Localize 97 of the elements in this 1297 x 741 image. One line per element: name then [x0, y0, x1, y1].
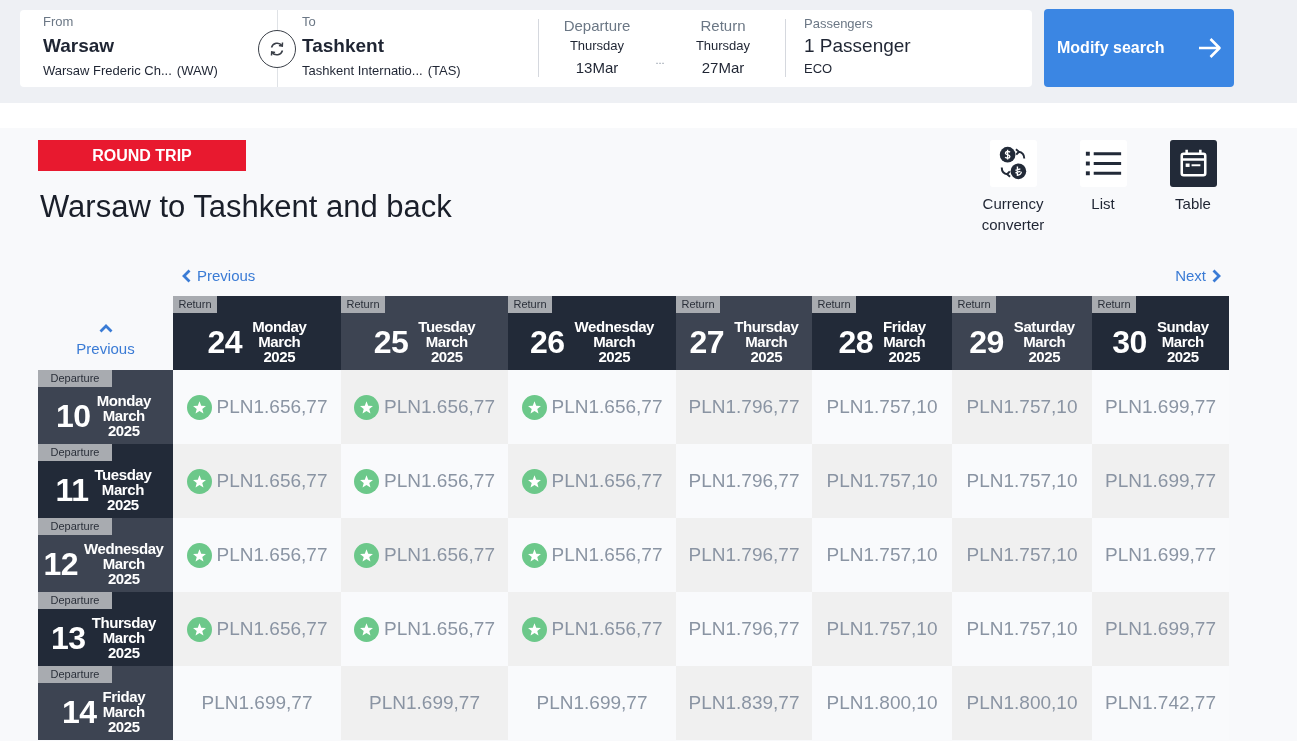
airport-code: (WAW): [176, 63, 218, 79]
year-label: 2025: [263, 349, 296, 364]
return-tag: Return: [952, 296, 996, 313]
city-name: Warsaw: [43, 34, 115, 58]
month-label: March: [102, 556, 145, 571]
date-number: 30: [1112, 325, 1147, 358]
date-number: 10: [56, 399, 91, 432]
fare-cell[interactable]: PLN1.699,77: [1092, 592, 1229, 666]
page-title: Warsaw to Tashkent and back: [40, 188, 452, 226]
weekday-label: Thursday: [569, 38, 625, 54]
month-label: March: [745, 334, 788, 349]
departure-tag: Departure: [38, 518, 112, 535]
weekday-label: Thursday: [695, 38, 751, 54]
trip-type-badge: ROUND TRIP: [38, 140, 246, 171]
swap-icon[interactable]: [258, 29, 296, 68]
departure-tag: Departure: [38, 666, 112, 683]
chevron-left-icon: [182, 269, 191, 283]
month-label: March: [258, 334, 301, 349]
next-return-link[interactable]: Next: [1175, 267, 1221, 285]
date-number: 29: [969, 325, 1004, 358]
date-number: 12: [43, 547, 79, 580]
month-label: March: [425, 334, 468, 349]
departure-tag: Departure: [38, 592, 112, 609]
year-label: 2025: [430, 349, 463, 364]
fare-cell[interactable]: PLN1.796,77: [676, 370, 812, 444]
airport-code: (TAS): [427, 63, 461, 79]
fare-cell[interactable]: PLN1.656,77: [508, 444, 676, 518]
fare-cell[interactable]: PLN1.839,77: [676, 666, 812, 740]
field-label: Passengers: [804, 16, 873, 32]
return-tag: Return: [812, 296, 856, 313]
year-label: 2025: [107, 645, 140, 660]
year-label: 2025: [888, 349, 921, 364]
month-label: March: [102, 630, 145, 645]
departure-tag: Departure: [38, 370, 112, 387]
fare-cell[interactable]: PLN1.699,77: [1092, 444, 1229, 518]
date-number: 28: [838, 325, 873, 358]
date-value: 13Mar: [575, 59, 619, 77]
fare-cell[interactable]: PLN1.757,10: [812, 444, 952, 518]
fare-cell[interactable]: PLN1.800,10: [952, 666, 1092, 740]
list-view-button[interactable]: List: [1058, 140, 1148, 214]
fare-cell[interactable]: PLN1.656,77: [341, 370, 508, 444]
year-label: 2025: [598, 349, 631, 364]
fare-cell[interactable]: PLN1.699,77: [341, 666, 508, 740]
arrow-right-icon: [1198, 36, 1222, 60]
currency-converter-button[interactable]: Currency converter: [968, 140, 1058, 235]
date-number: 27: [689, 325, 725, 358]
fare-cell[interactable]: PLN1.656,77: [341, 518, 508, 592]
month-label: March: [102, 408, 145, 423]
chevron-right-icon: [1212, 269, 1221, 283]
year-label: 2025: [1028, 349, 1061, 364]
field-label: Departure: [563, 17, 631, 35]
field-label: Return: [700, 17, 746, 35]
airport-name: Warsaw Frederic Ch...: [43, 63, 172, 79]
fare-cell[interactable]: PLN1.656,77: [173, 592, 341, 666]
year-label: 2025: [107, 719, 140, 734]
departure-tag: Departure: [38, 444, 112, 461]
month-label: March: [883, 334, 926, 349]
return-tag: Return: [341, 296, 385, 313]
fare-cell[interactable]: PLN1.796,77: [676, 518, 812, 592]
field-label: To: [302, 14, 316, 30]
year-label: 2025: [107, 423, 140, 438]
fare-cell[interactable]: PLN1.757,10: [952, 370, 1092, 444]
date-number: 11: [55, 473, 89, 506]
chevron-up-icon: [98, 324, 113, 333]
date-number: 25: [373, 325, 409, 358]
month-label: March: [1161, 334, 1204, 349]
cabin-class: ECO: [804, 61, 833, 77]
field-label: From: [43, 14, 74, 30]
return-tag: Return: [173, 296, 217, 313]
return-tag: Return: [508, 296, 552, 313]
year-label: 2025: [750, 349, 783, 364]
fare-cell[interactable]: PLN1.656,77: [508, 592, 676, 666]
month-label: March: [101, 482, 144, 497]
year-label: 2025: [1166, 349, 1199, 364]
city-name: Tashkent: [302, 34, 384, 58]
return-tag: Return: [676, 296, 720, 313]
modify-search-button[interactable]: Modify search: [1044, 9, 1234, 87]
fare-cell[interactable]: PLN1.656,77: [173, 444, 341, 518]
date-number: 24: [207, 325, 243, 358]
month-label: March: [1023, 334, 1066, 349]
month-label: March: [102, 704, 145, 719]
passenger-count: 1 Passenger: [804, 34, 911, 58]
fare-cell[interactable]: PLN1.757,10: [952, 518, 1092, 592]
fare-cell[interactable]: PLN1.757,10: [812, 592, 952, 666]
previous-return-link[interactable]: Previous: [182, 267, 256, 285]
airport-name: Tashkent Internatio...: [302, 63, 423, 79]
date-number: 26: [529, 325, 565, 358]
return-tag: Return: [1092, 296, 1136, 313]
table-view-button[interactable]: Table: [1148, 140, 1238, 214]
previous-departure-link[interactable]: Previous: [38, 296, 173, 370]
date-value: 27Mar: [701, 59, 745, 77]
year-label: 2025: [107, 571, 140, 586]
month-label: March: [593, 334, 636, 349]
year-label: 2025: [107, 497, 139, 512]
date-separator: ...: [655, 54, 665, 66]
date-number: 13: [51, 621, 86, 654]
date-number: 14: [61, 695, 97, 728]
